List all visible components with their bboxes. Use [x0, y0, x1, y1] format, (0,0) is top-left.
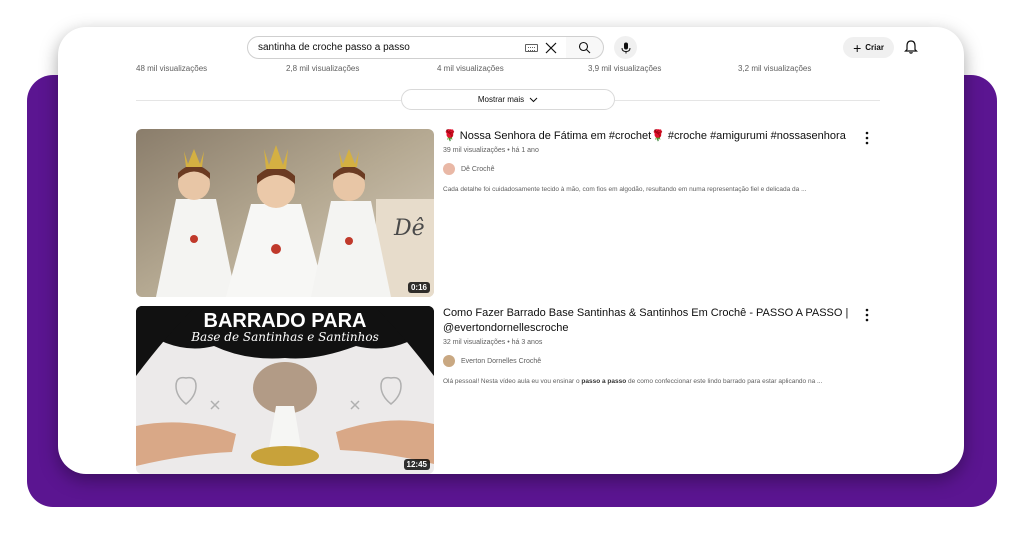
video-result[interactable]: Dê 0:16 🌹 Nossa Senhora de Fátima em #cr… [136, 129, 906, 299]
search-query-text: santinha de croche passo a passo [258, 42, 410, 53]
chevron-down-icon [529, 97, 538, 102]
previous-shelf-views: 48 mil visualizações 2,8 mil visualizaçõ… [58, 64, 964, 76]
description-text: Olá pessoal! Nesta vídeo aula eu vou ens… [443, 378, 582, 385]
shelf-item-views: 3,9 mil visualizações [588, 64, 662, 73]
description-highlight: passo a passo [581, 378, 627, 385]
video-meta: 39 mil visualizações • há 1 ano [443, 147, 539, 154]
video-title[interactable]: 🌹 Nossa Senhora de Fátima em #crochet🌹 #… [443, 129, 853, 144]
channel-name[interactable]: Dê Crochê [461, 166, 494, 173]
shelf-item-views: 4 mil visualizações [437, 64, 504, 73]
video-result[interactable]: BARRADO PARA Base de Santinhas e Santinh… [136, 306, 906, 474]
thumbnail-subtitle-text: Base de Santinhas e Santinhos [190, 330, 379, 344]
bell-icon[interactable] [903, 39, 919, 55]
video-info: Como Fazer Barrado Base Santinhas & Sant… [443, 306, 853, 385]
video-description: Cada detalhe foi cuidadosamente tecido à… [443, 186, 853, 193]
search-input[interactable]: santinha de croche passo a passo [247, 36, 567, 59]
browser-screen: santinha de croche passo a passo + Criar [58, 27, 964, 474]
keyboard-icon[interactable] [525, 43, 538, 52]
channel-link[interactable]: Everton Dornelles Crochê [443, 355, 853, 367]
close-icon[interactable] [544, 41, 558, 55]
voice-search-button[interactable] [614, 36, 637, 59]
stage: santinha de croche passo a passo + Criar [0, 0, 1024, 536]
thumbnail-image-fatima: Dê [136, 129, 434, 297]
more-vert-icon[interactable] [864, 308, 870, 322]
avatar[interactable] [443, 163, 455, 175]
avatar[interactable] [443, 355, 455, 367]
video-thumbnail[interactable]: BARRADO PARA Base de Santinhas e Santinh… [136, 306, 434, 474]
search-icon [578, 41, 591, 54]
channel-name[interactable]: Everton Dornelles Crochê [461, 358, 541, 365]
video-thumbnail[interactable]: Dê 0:16 [136, 129, 434, 297]
description-text: Cada detalhe foi cuidadosamente tecido à… [443, 186, 807, 193]
divider-left [136, 100, 401, 101]
divider-right [615, 100, 880, 101]
svg-text:Dê: Dê [393, 216, 425, 241]
microphone-icon [621, 42, 630, 53]
shelf-item-views: 3,2 mil visualizações [738, 64, 812, 73]
shelf-item-views: 48 mil visualizações [136, 64, 208, 73]
video-title[interactable]: Como Fazer Barrado Base Santinhas & Sant… [443, 306, 853, 336]
search-button[interactable] [566, 36, 604, 59]
video-info: 🌹 Nossa Senhora de Fátima em #crochet🌹 #… [443, 129, 853, 193]
thumbnail-title-text: BARRADO PARA [204, 310, 367, 332]
create-label: Criar [865, 43, 884, 52]
more-vert-icon[interactable] [864, 131, 870, 145]
video-duration: 12:45 [403, 459, 430, 470]
thumbnail-image-barrado: BARRADO PARA Base de Santinhas e Santinh… [136, 306, 434, 474]
description-text: de como confeccionar este lindo barrado … [626, 378, 823, 385]
show-more-label: Mostrar mais [477, 95, 525, 104]
video-description: Olá pessoal! Nesta vídeo aula eu vou ens… [443, 378, 853, 385]
create-button[interactable]: + Criar [843, 37, 894, 58]
video-duration: 0:16 [407, 282, 430, 293]
video-meta: 32 mil visualizações • há 3 anos [443, 339, 543, 346]
channel-link[interactable]: Dê Crochê [443, 163, 853, 175]
plus-icon: + [853, 39, 862, 56]
shelf-item-views: 2,8 mil visualizações [286, 64, 360, 73]
show-more-button[interactable]: Mostrar mais [401, 89, 615, 110]
